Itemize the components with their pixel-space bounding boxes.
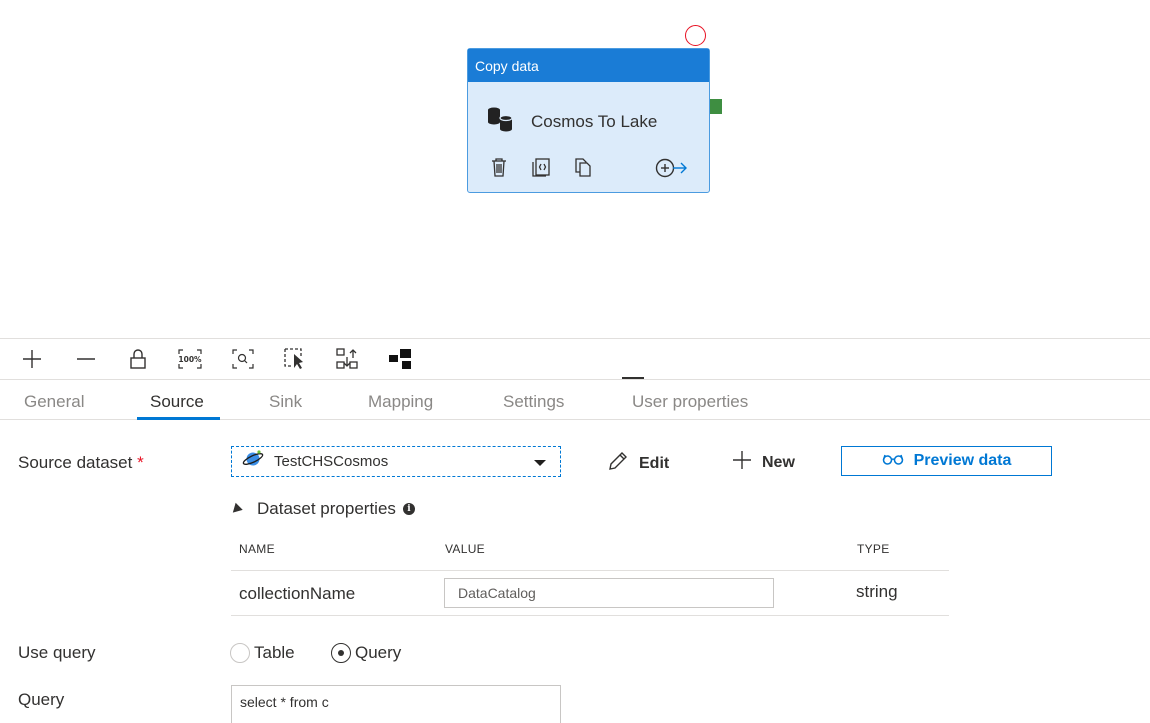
properties-tabs: General Source Sink Mapping Settings Use… xyxy=(0,380,1150,420)
source-dataset-dropdown[interactable]: TestCHSCosmos xyxy=(231,446,561,477)
output-port[interactable] xyxy=(710,99,722,114)
radio-table[interactable]: Table xyxy=(230,643,295,663)
tab-source[interactable]: Source xyxy=(150,392,204,412)
add-icon[interactable] xyxy=(20,347,44,371)
use-query-label: Use query xyxy=(18,643,96,662)
database-icon xyxy=(485,104,515,139)
cosmos-db-icon xyxy=(242,449,264,474)
pipeline-canvas[interactable]: Copy data Cosmos To Lake xyxy=(0,0,1150,338)
info-icon[interactable]: i xyxy=(402,503,415,515)
source-dataset-label-text: Source dataset xyxy=(18,453,133,472)
preview-data-label: Preview data xyxy=(913,452,1012,469)
property-name: collectionName xyxy=(239,584,356,603)
clone-icon[interactable] xyxy=(572,156,594,178)
column-header-value: VALUE xyxy=(445,542,485,556)
table-divider xyxy=(231,570,949,571)
property-value-input[interactable]: DataCatalog xyxy=(444,578,774,608)
remove-icon[interactable] xyxy=(74,347,98,371)
lock-icon[interactable] xyxy=(126,347,150,371)
radio-query-label: Query xyxy=(355,643,402,662)
new-button-label: New xyxy=(762,453,795,471)
auto-align-icon[interactable] xyxy=(335,347,359,371)
radio-query[interactable]: Query xyxy=(331,643,401,663)
delete-icon[interactable] xyxy=(488,156,510,178)
tab-general[interactable]: General xyxy=(24,392,84,412)
svg-text:100%: 100% xyxy=(178,355,202,364)
column-header-name: NAME xyxy=(239,542,275,556)
dataset-properties-toggle[interactable]: Dataset properties i xyxy=(229,499,415,519)
tab-user-properties[interactable]: User properties xyxy=(632,392,748,412)
query-label: Query xyxy=(18,690,65,709)
zoom-fit-icon[interactable] xyxy=(231,347,255,371)
active-tab-indicator xyxy=(137,417,220,420)
radio-table-label: Table xyxy=(254,643,295,662)
dataset-properties-label: Dataset properties xyxy=(257,499,396,518)
activity-status-icon xyxy=(685,25,706,46)
preview-data-button[interactable]: Preview data xyxy=(841,446,1052,476)
query-textarea[interactable]: select * from c xyxy=(231,685,561,723)
copy-data-activity[interactable]: Copy data Cosmos To Lake xyxy=(467,48,710,193)
property-type: string xyxy=(856,582,898,601)
tab-settings[interactable]: Settings xyxy=(503,392,564,412)
table-divider xyxy=(231,615,949,616)
radio-circle xyxy=(230,643,250,663)
activity-name: Cosmos To Lake xyxy=(531,111,658,131)
canvas-toolbar: 100% xyxy=(0,339,1150,378)
edit-button[interactable]: Edit xyxy=(607,450,669,477)
edit-button-label: Edit xyxy=(639,454,670,472)
chevron-down-icon xyxy=(534,460,546,466)
pencil-icon xyxy=(607,450,629,477)
select-icon[interactable] xyxy=(283,347,307,371)
radio-circle xyxy=(331,643,351,663)
zoom-100-icon[interactable]: 100% xyxy=(178,347,202,371)
glasses-icon xyxy=(882,452,904,471)
plus-icon xyxy=(732,450,752,475)
new-dataset-button[interactable]: New xyxy=(732,450,795,475)
source-dataset-value: TestCHSCosmos xyxy=(274,453,389,470)
collapse-triangle-icon xyxy=(229,502,243,516)
required-mark: * xyxy=(137,453,144,472)
tab-sink[interactable]: Sink xyxy=(269,392,302,412)
source-dataset-label: Source dataset * xyxy=(18,453,144,473)
layout-icon[interactable] xyxy=(388,347,412,371)
view-code-icon[interactable] xyxy=(530,156,552,178)
column-header-type: TYPE xyxy=(857,542,890,556)
activity-type-label: Copy data xyxy=(468,49,709,82)
tab-mapping[interactable]: Mapping xyxy=(368,392,433,412)
add-output-icon[interactable] xyxy=(655,157,689,184)
